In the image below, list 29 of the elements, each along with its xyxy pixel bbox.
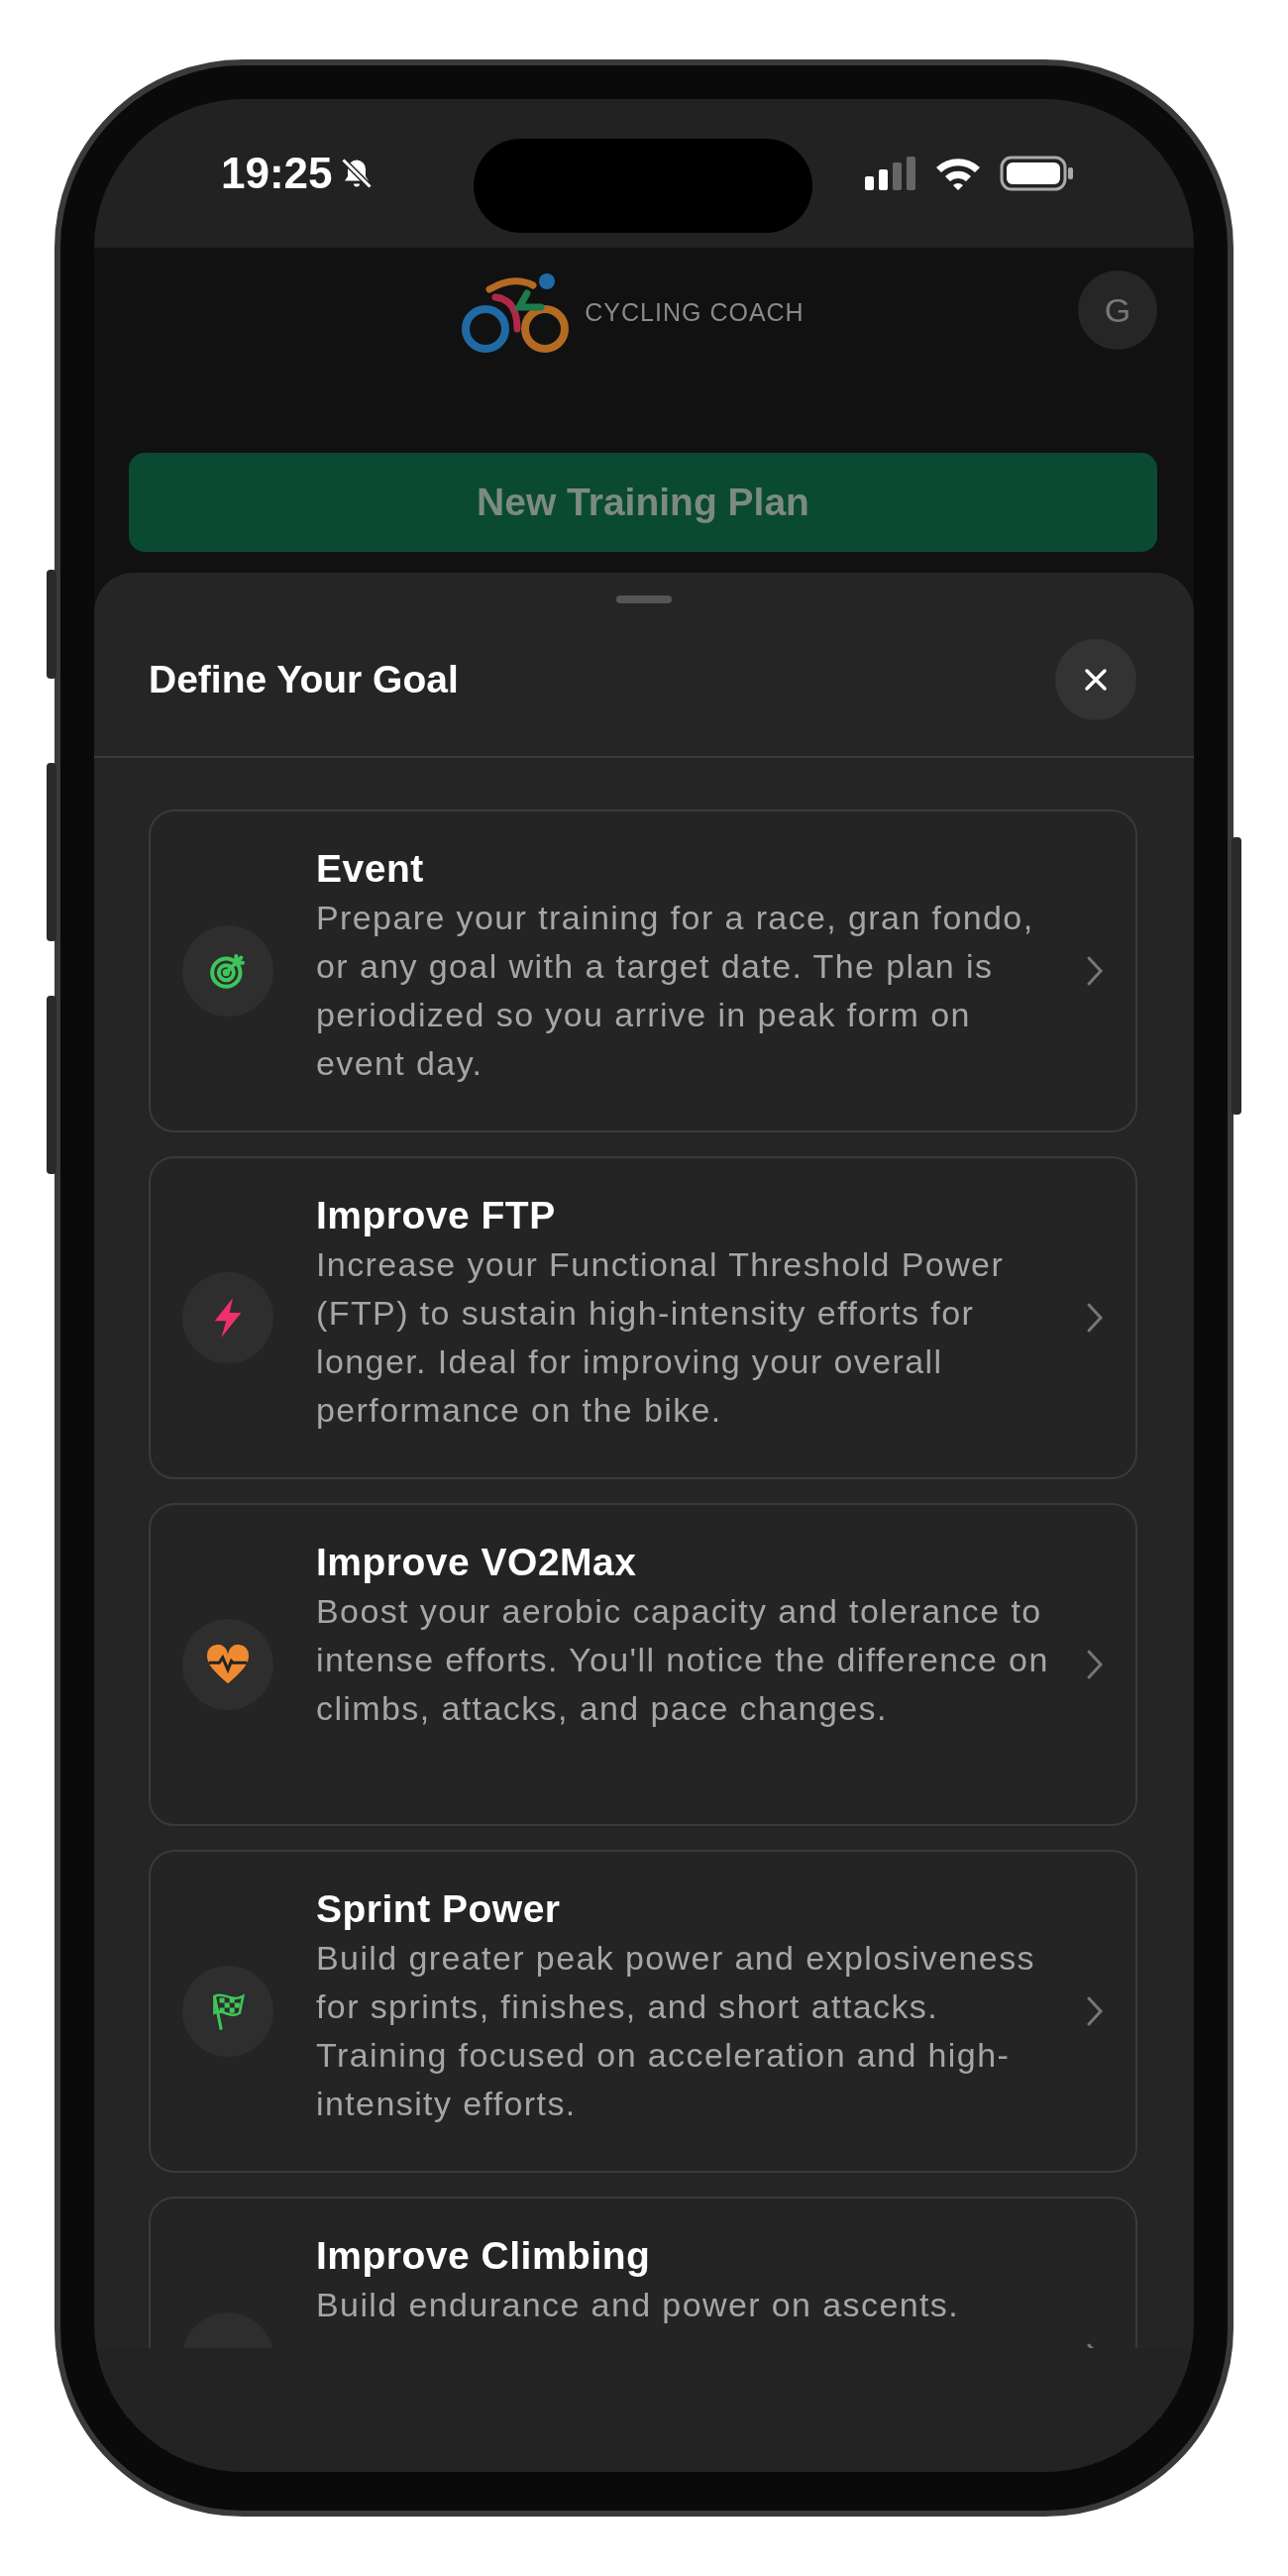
goal-title: Improve FTP [316, 1193, 557, 1238]
heart-pulse-icon [205, 1644, 251, 1685]
goal-description: Build greater peak power and explosiveness for sprints, finishes, and short attacks. Training focused on acceleration and high-intensity efforts. [316, 1938, 1036, 2124]
app-name: CYCLING COACH [585, 297, 805, 327]
close-icon [1083, 667, 1109, 693]
goal-title: Improve VO2Max [316, 1540, 638, 1585]
goal-option-card[interactable]: Improve VO2Max Boost your aerobic capacity and tolerance to intense efforts. You'll notice the difference on climbs, attacks, and pace changes. [149, 1503, 1137, 1826]
goal-description: Increase your Functional Threshold Power (FTP) to sustain high-intensity efforts for longer. Ideal for improving your overall performance on the bike. [316, 1244, 1006, 1431]
wifi-icon [934, 156, 982, 191]
drag-handle[interactable] [616, 595, 672, 603]
chevron-right-icon [1086, 1649, 1104, 1680]
chevron-right-icon [1086, 1995, 1104, 2027]
goal-description: Build endurance and power on ascents. [316, 2285, 961, 2325]
signal-icon [865, 157, 916, 190]
goal-title: Sprint Power [316, 1886, 562, 1932]
goal-title: Improve Climbing [316, 2233, 652, 2279]
chevron-right-icon [1086, 955, 1104, 987]
goal-description: Boost your aerobic capacity and tolerance to intense efforts. You'll notice the difference on climbs, attacks, and pace changes. [316, 1591, 1050, 1729]
battery-icon [1000, 156, 1075, 191]
chevron-right-icon [1086, 1302, 1104, 1334]
status-time: 19:25 [221, 149, 333, 198]
goal-title: Event [316, 846, 425, 892]
sheet-title: Define Your Goal [149, 658, 459, 701]
goal-option-card[interactable]: Improve Climbing Build endurance and power on ascents. [149, 2197, 1137, 2348]
goal-option-card[interactable]: Event Prepare your training for a race, gran fondo, or any goal with a target date. The plan is periodized so you arrive in peak form on event day. [149, 809, 1137, 1132]
target-icon [208, 951, 248, 991]
goal-option-card[interactable]: Sprint Power Build greater peak power and explosiveness for sprints, finishes, and short attacks. Training focused on acceleration and high-intensity efforts. [149, 1850, 1137, 2173]
goal-description: Prepare your training for a race, gran fondo, or any goal with a target date. The plan is periodized so you arrive in peak form on event day. [316, 898, 1035, 1084]
goal-option-card[interactable]: Improve FTP Increase your Functional Threshold Power (FTP) to sustain high-intensity efforts for longer. Ideal for improving your overall performance on the bike. [149, 1156, 1137, 1479]
